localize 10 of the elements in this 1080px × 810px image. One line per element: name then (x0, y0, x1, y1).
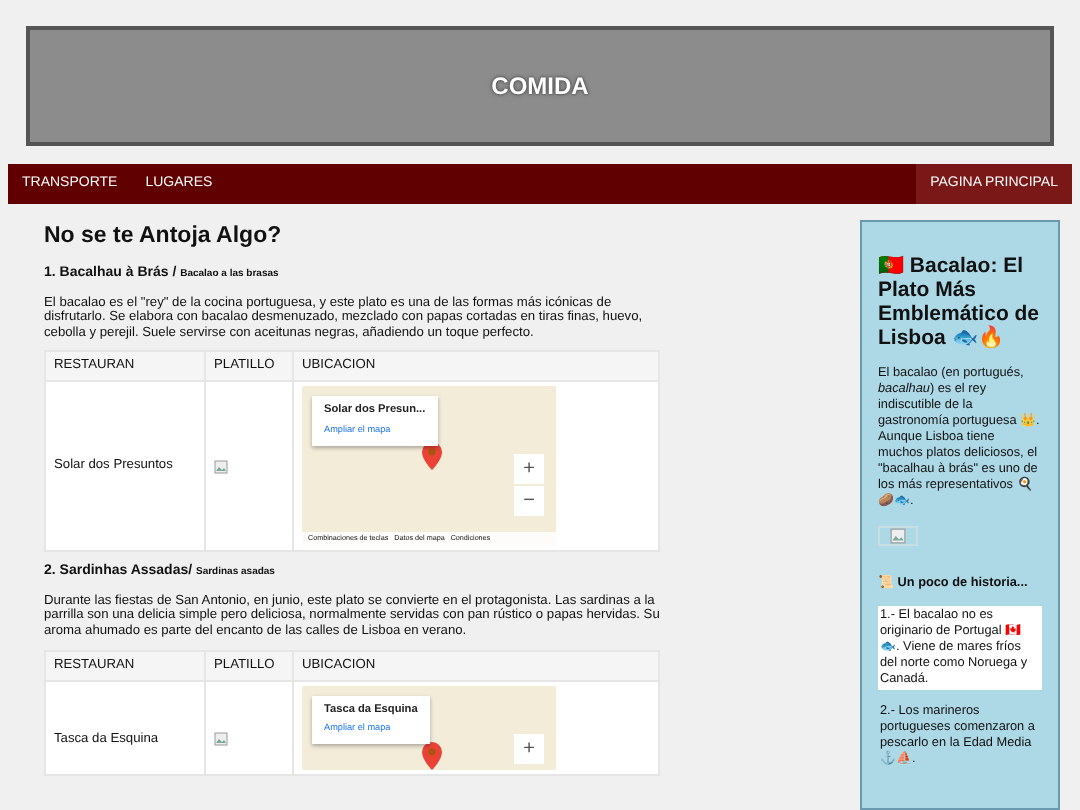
page-title: COMIDA (491, 70, 589, 104)
sidebar-title: 🇵🇹 Bacalao: El Plato Más Emblemático de Lisboa 🐟🔥 (878, 254, 1042, 351)
broken-image-icon (214, 459, 228, 474)
zoom-out-button[interactable]: − (514, 486, 544, 517)
zoom-in-button[interactable]: + (514, 454, 544, 485)
zoom-in-button[interactable]: + (514, 733, 544, 763)
section-heading: No se te Antoja Algo? (44, 222, 284, 252)
broken-image-icon (878, 526, 918, 547)
map-pin-icon (422, 741, 442, 769)
broken-image-icon (214, 732, 228, 746)
